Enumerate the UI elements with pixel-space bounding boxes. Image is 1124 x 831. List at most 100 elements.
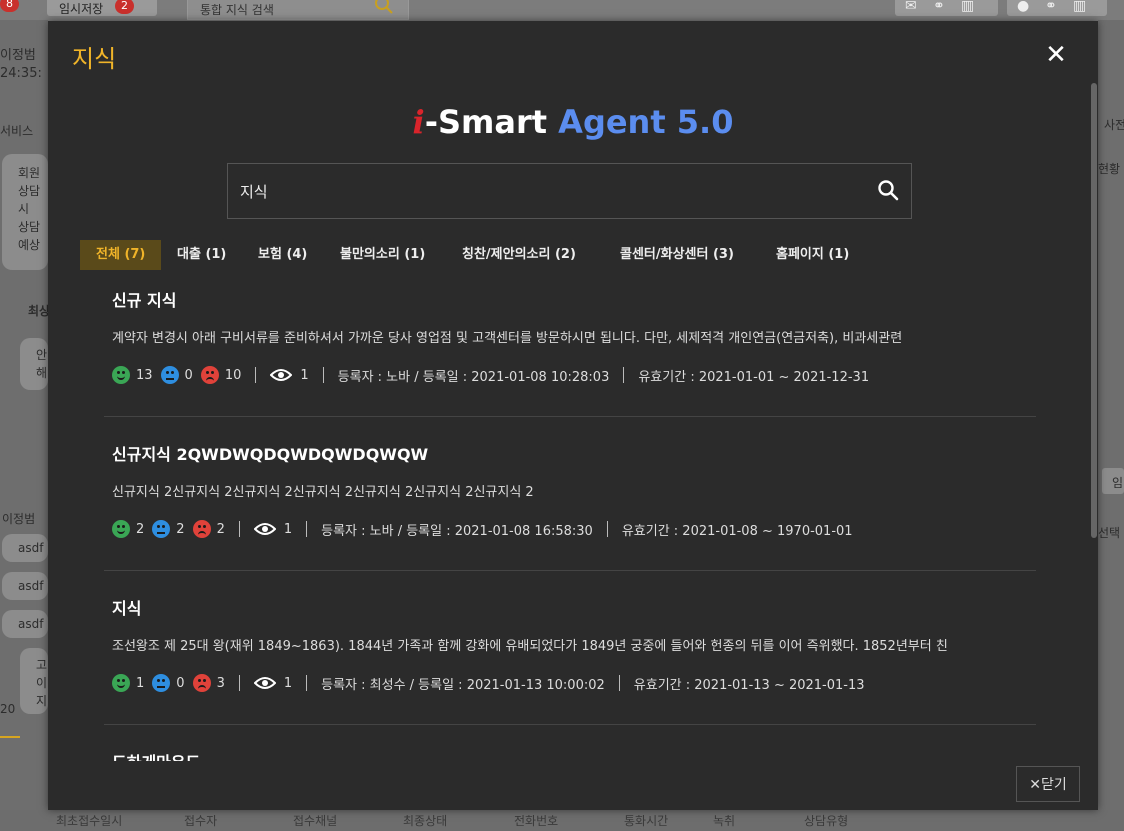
bad-face-icon[interactable]	[192, 520, 211, 538]
column-header[interactable]: 접수자	[184, 812, 217, 829]
column-header[interactable]: 상담유형	[804, 812, 848, 829]
tab-callcenter[interactable]: 콜센터/화상센터 (3)	[604, 240, 750, 270]
tab-praise-suggestion[interactable]: 칭찬/제안의소리 (2)	[446, 240, 592, 270]
link-icon[interactable]: ⚭	[1045, 0, 1057, 14]
eye-icon	[253, 523, 276, 535]
temp-save-button[interactable]: 임시저장 2	[47, 0, 157, 16]
bad-count: 10	[224, 367, 242, 383]
good-face-icon[interactable]	[112, 366, 130, 384]
validity-info: 유효기간 : 2021-01-01 ~ 2021-12-31	[638, 369, 870, 385]
mail-icon[interactable]: ✉	[905, 0, 917, 14]
bottom-table-header: 최초접수일시 접수자 접수채널 최종상태 전화번호 통화시간 녹취 상담유형	[0, 810, 1124, 831]
left-chat-bubble: asdf	[2, 610, 48, 638]
item-title[interactable]: 지식	[112, 595, 141, 619]
notification-badge: 8	[0, 0, 19, 12]
modal-title: 지식	[72, 45, 117, 73]
item-description: 신규지식 2신규지식 2신규지식 2신규지식 2신규지식 2신규지식 2신규지식…	[112, 485, 534, 500]
divider	[238, 521, 240, 537]
good-face-icon[interactable]	[112, 674, 130, 692]
brand-agent: Agent 5.0	[558, 103, 734, 141]
left-chat-bubble: asdf	[2, 534, 48, 562]
left-number: 20	[0, 702, 16, 716]
divider	[306, 521, 308, 537]
knowledge-modal: 지식 ✕ i-Smart Agent 5.0 전체 (7) 대출 (1) 보험 …	[48, 21, 1098, 810]
eye-icon	[253, 677, 276, 689]
knowledge-search-input[interactable]	[238, 178, 862, 204]
app-top-bar: 8 임시저장 2 통합 지식 검색 ✉ ⚭ ▥ ● ⚭ ▥	[0, 0, 1124, 20]
good-count: 1	[136, 675, 145, 691]
column-header[interactable]: 최초접수일시	[56, 812, 122, 829]
bar-chart-icon[interactable]: ▥	[961, 0, 974, 14]
view-count: 1	[300, 367, 309, 383]
item-title[interactable]: 신규 지식	[112, 287, 176, 311]
left-section-title: 서비스	[0, 124, 34, 138]
toolbar-group-chat[interactable]: ● ⚭ ▥	[1007, 0, 1107, 16]
chat-icon[interactable]: ●	[1017, 0, 1029, 14]
results-list: 신규 지식 계약자 변경시 아래 구비서류를 준비하셔서 가까운 당사 영업점 …	[104, 283, 1036, 761]
right-tab-label[interactable]: 사전	[1104, 116, 1124, 133]
validity-info: 유효기간 : 2021-01-08 ~ 1970-01-01	[621, 523, 853, 539]
item-title[interactable]: 신규지식 2QWDWQDQWDQWDQWQW	[112, 441, 428, 465]
brand-smart: -Smart	[424, 103, 548, 141]
item-title[interactable]: 도하게마우도	[112, 749, 200, 761]
brand-i: i	[412, 103, 425, 141]
close-button-label: 닫기	[1040, 777, 1067, 793]
link-icon[interactable]: ⚭	[933, 0, 945, 14]
neutral-count: 0	[184, 367, 193, 383]
divider	[255, 367, 257, 383]
neutral-count: 2	[176, 521, 185, 537]
left-bubble: 회원 상담 시 상담 예상	[2, 154, 48, 270]
bad-count: 3	[216, 675, 225, 691]
item-divider	[104, 570, 1036, 571]
left-timer: 24:35:	[0, 66, 42, 81]
good-face-icon[interactable]	[112, 520, 130, 538]
column-header[interactable]: 최종상태	[403, 812, 447, 829]
neutral-count: 0	[176, 675, 185, 691]
column-header[interactable]: 전화번호	[514, 812, 558, 829]
left-chat-bubble: asdf	[2, 572, 48, 600]
global-search-input[interactable]: 통합 지식 검색	[187, 0, 409, 20]
item-description: 조선왕조 제 25대 왕(재위 1849~1863). 1844년 가족과 함께…	[112, 639, 948, 654]
tab-insurance[interactable]: 보험 (4)	[242, 240, 323, 270]
left-bubble: 고 이 지	[20, 648, 48, 714]
search-icon[interactable]	[876, 178, 900, 202]
left-active-indicator	[0, 736, 20, 738]
registrar-info: 등록자 : 노바 / 등록일 : 2021-01-08 16:58:30	[321, 523, 593, 539]
neutral-face-icon[interactable]	[160, 366, 179, 384]
tab-all[interactable]: 전체 (7)	[80, 240, 162, 270]
brand-logo: i-Smart Agent 5.0	[48, 103, 1098, 141]
bad-face-icon[interactable]	[192, 674, 211, 692]
global-search-placeholder: 통합 지식 검색	[200, 3, 274, 17]
bar-chart-icon[interactable]: ▥	[1073, 0, 1086, 14]
divider	[606, 521, 608, 537]
tab-loan[interactable]: 대출 (1)	[161, 240, 242, 270]
scrollbar[interactable]	[1091, 83, 1097, 538]
right-select-label: 선택	[1098, 526, 1121, 540]
left-agent-name: 이정범	[0, 48, 36, 63]
bad-face-icon[interactable]	[200, 366, 219, 384]
left-panel: 이정범 24:35: 서비스 회원 상담 시 상담 예상 최상 안 해 이정범 …	[0, 20, 51, 810]
column-header[interactable]: 통화시간	[624, 812, 668, 829]
right-panel: 사전 현황 임 선택	[1098, 20, 1124, 810]
item-description: 계약자 변경시 아래 구비서류를 준비하셔서 가까운 당사 영업점 및 고객센터…	[112, 331, 903, 346]
tab-complaint[interactable]: 불만의소리 (1)	[324, 240, 441, 270]
neutral-face-icon[interactable]	[152, 520, 171, 538]
knowledge-search-box	[227, 163, 912, 219]
item-divider	[104, 724, 1036, 725]
registrar-info: 등록자 : 최성수 / 등록일 : 2021-01-13 10:00:02	[321, 677, 605, 693]
eye-icon	[270, 369, 293, 381]
close-icon[interactable]: ✕	[1042, 41, 1070, 69]
divider	[618, 675, 620, 691]
close-button[interactable]: ✕닫기	[1016, 766, 1080, 802]
neutral-face-icon[interactable]	[152, 674, 171, 692]
tab-homepage[interactable]: 홈페이지 (1)	[760, 240, 865, 270]
search-icon[interactable]	[374, 0, 394, 15]
toolbar-group-mail[interactable]: ✉ ⚭ ▥	[895, 0, 998, 16]
divider	[238, 675, 240, 691]
item-divider	[104, 416, 1036, 417]
view-count: 1	[283, 675, 293, 691]
column-header[interactable]: 녹취	[713, 812, 735, 829]
right-button[interactable]: 임	[1102, 468, 1124, 494]
left-recent-label: 최상	[28, 304, 51, 318]
column-header[interactable]: 접수채널	[293, 812, 337, 829]
